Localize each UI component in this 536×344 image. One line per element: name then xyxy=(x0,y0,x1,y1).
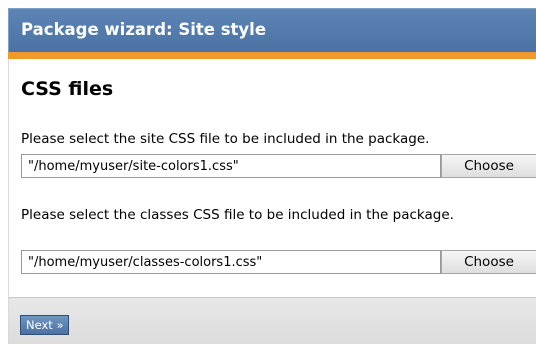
header-accent-bar xyxy=(8,52,536,59)
package-wizard: Package wizard: Site style CSS files Ple… xyxy=(0,0,536,344)
wizard-footer: Next » xyxy=(8,297,536,344)
next-button[interactable]: Next » xyxy=(20,315,70,335)
wizard-title: Package wizard: Site style xyxy=(21,20,267,39)
wizard-header: Package wizard: Site style xyxy=(8,8,536,52)
section-heading: CSS files xyxy=(21,78,114,100)
site-css-prompt: Please select the site CSS file to be in… xyxy=(21,131,430,147)
site-css-choose-button[interactable]: Choose xyxy=(441,154,536,178)
site-css-path-input[interactable] xyxy=(21,154,441,178)
classes-css-choose-button[interactable]: Choose xyxy=(441,250,536,274)
classes-css-prompt: Please select the classes CSS file to be… xyxy=(21,207,454,223)
wizard-content: CSS files Please select the site CSS fil… xyxy=(8,59,536,297)
classes-css-path-input[interactable] xyxy=(21,250,441,274)
